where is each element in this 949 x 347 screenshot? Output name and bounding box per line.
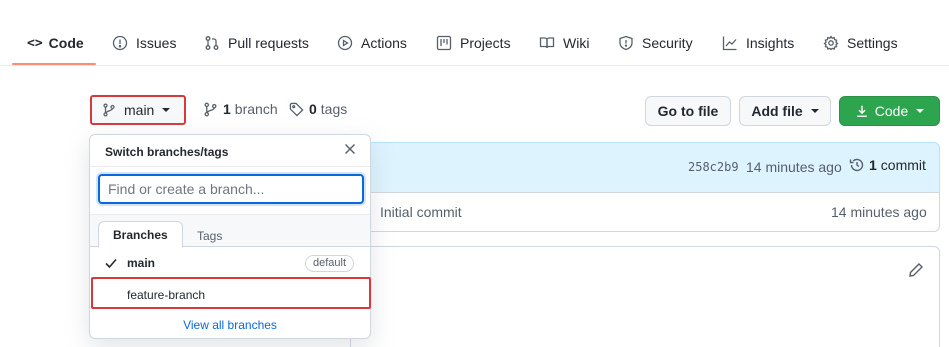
tab-wiki[interactable]: Wiki [539, 30, 589, 56]
branch-select-button[interactable]: main [90, 95, 186, 125]
tag-icon [289, 102, 304, 117]
branch-icon [204, 102, 217, 116]
branch-icon [103, 103, 115, 117]
edit-readme-button[interactable] [908, 262, 924, 278]
tab-label: Insights [746, 35, 795, 51]
view-all-branches-link[interactable]: View all branches [90, 313, 370, 338]
go-to-file-label: Go to file [657, 103, 719, 119]
code-button[interactable]: Code [839, 96, 940, 126]
commit-time: 14 minutes ago [746, 159, 842, 175]
tab-label: Wiki [563, 35, 590, 51]
file-commit-message[interactable]: Initial commit [380, 204, 462, 220]
branch-filter-input[interactable] [98, 174, 364, 204]
branches-link[interactable]: 1 branch [203, 101, 278, 117]
go-to-file-button[interactable]: Go to file [645, 96, 731, 126]
chevron-down-icon [916, 109, 925, 113]
close-icon [345, 144, 355, 154]
tab-security[interactable]: Security [618, 30, 693, 56]
tab-label: Code [48, 35, 84, 51]
branch-count: 1 [223, 101, 231, 117]
dropdown-title: Switch branches/tags [105, 145, 229, 159]
tab-label: Pull requests [228, 35, 309, 51]
tab-projects[interactable]: Projects [436, 30, 511, 56]
tags-link[interactable]: 0 tags [289, 101, 347, 117]
tag-count: 0 [309, 101, 317, 117]
nav-divider [0, 65, 949, 66]
graph-icon [722, 36, 737, 51]
gear-icon [823, 35, 839, 51]
branch-item-main[interactable]: main default [90, 247, 370, 279]
tab-pull-requests[interactable]: Pull requests [204, 30, 309, 56]
tab-insights[interactable]: Insights [722, 30, 794, 56]
tab-label: Actions [361, 35, 407, 51]
play-icon [337, 35, 353, 51]
branch-item-name: main [127, 256, 156, 270]
issue-icon [112, 35, 128, 51]
branch-label: branch [234, 101, 278, 117]
tag-label: tags [320, 101, 348, 117]
repo-nav: <> Code Issues Pull requests Actions Pro… [0, 0, 949, 66]
dropdown-tabs: Branches Tags [90, 215, 370, 248]
tab-label: Issues [136, 35, 177, 51]
commit-hash[interactable]: 258c2b9 [688, 160, 739, 174]
add-file-button[interactable]: Add file [739, 96, 831, 126]
commit-history-link[interactable]: 1 commit [849, 157, 926, 173]
branch-name: main [124, 102, 155, 118]
pull-request-icon [205, 36, 219, 50]
add-file-label: Add file [751, 103, 803, 119]
tab-actions[interactable]: Actions [337, 30, 407, 56]
filter-wrapper [90, 167, 370, 215]
chevron-down-icon [810, 109, 819, 113]
check-icon [104, 256, 118, 270]
tab-settings[interactable]: Settings [823, 30, 898, 56]
download-icon [856, 105, 867, 117]
dropdown-header: Switch branches/tags [90, 135, 370, 167]
shield-icon [619, 35, 633, 51]
default-badge: default [304, 255, 354, 272]
history-icon [849, 158, 864, 172]
commit-count: 1 [869, 157, 877, 173]
code-button-label: Code [874, 103, 909, 119]
code-icon: <> [27, 35, 43, 51]
close-button[interactable] [344, 142, 360, 158]
tab-tags[interactable]: Tags [183, 223, 236, 247]
commit-count-label: commit [880, 157, 926, 173]
tab-issues[interactable]: Issues [112, 30, 176, 56]
chevron-down-icon [162, 108, 171, 112]
tab-branches[interactable]: Branches [98, 221, 183, 248]
tab-label: Security [642, 35, 693, 51]
book-icon [539, 37, 555, 49]
tab-label: Settings [847, 35, 898, 51]
readme-box [350, 246, 940, 347]
pencil-icon [909, 263, 923, 277]
highlight-annotation [91, 277, 371, 309]
project-icon [436, 35, 452, 51]
file-commit-time: 14 minutes ago [831, 204, 927, 220]
tab-code[interactable]: <> Code [27, 30, 84, 56]
tab-label: Projects [460, 35, 511, 51]
